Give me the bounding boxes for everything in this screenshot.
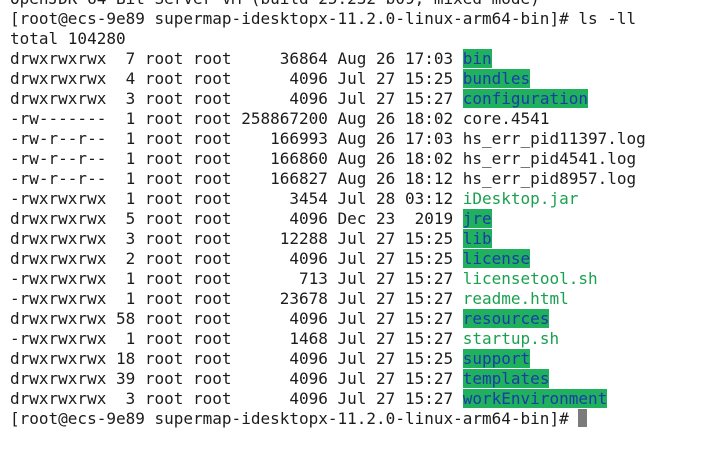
entry-name: lib bbox=[462, 229, 492, 248]
entry-name: bundles bbox=[462, 69, 531, 88]
listing-row: drwxrwxrwx 58 root root 4096 Jul 27 15:2… bbox=[10, 309, 646, 329]
entry-attributes: drwxrwxrwx 18 root root 4096 Jul 27 15:2… bbox=[10, 349, 463, 368]
entry-name: licensetool.sh bbox=[462, 269, 598, 288]
listing-row: drwxrwxrwx 39 root root 4096 Jul 27 15:2… bbox=[10, 369, 646, 389]
listing-row: -rw------- 1 root root 258867200 Aug 26 … bbox=[10, 109, 646, 129]
entry-name: resources bbox=[462, 309, 550, 328]
entry-name: startup.sh bbox=[462, 329, 560, 348]
entry-name: hs_err_pid8957.log bbox=[462, 169, 637, 188]
entry-attributes: drwxrwxrwx 4 root root 4096 Jul 27 15:25 bbox=[10, 69, 463, 88]
listing-row: -rwxrwxrwx 1 root root 23678 Jul 27 15:2… bbox=[10, 289, 646, 309]
listing-row: drwxrwxrwx 3 root root 4096 Jul 27 15:27… bbox=[10, 389, 646, 409]
entry-name: configuration bbox=[462, 89, 588, 108]
entry-name: iDesktop.jar bbox=[462, 189, 579, 208]
entry-attributes: -rwxrwxrwx 1 root root 713 Jul 27 15:27 bbox=[10, 269, 463, 288]
listing: drwxrwxrwx 7 root root 36864 Aug 26 17:0… bbox=[10, 49, 646, 409]
entry-attributes: drwxrwxrwx 39 root root 4096 Jul 27 15:2… bbox=[10, 369, 463, 388]
entry-name: hs_err_pid11397.log bbox=[462, 129, 646, 148]
terminal-output: OpenJDK 64-Bit Server VM (build 25.232-b… bbox=[10, 0, 646, 429]
entry-attributes: drwxrwxrwx 3 root root 4096 Jul 27 15:27 bbox=[10, 389, 463, 408]
entry-attributes: drwxrwxrwx 2 root root 4096 Jul 27 15:25 bbox=[10, 249, 463, 268]
entry-name: jre bbox=[462, 209, 492, 228]
listing-row: drwxrwxrwx 18 root root 4096 Jul 27 15:2… bbox=[10, 349, 646, 369]
terminal-window[interactable]: OpenJDK 64-Bit Server VM (build 25.232-b… bbox=[0, 0, 714, 449]
entry-name: templates bbox=[462, 369, 550, 388]
entry-name: support bbox=[462, 349, 531, 368]
entry-attributes: -rw-r--r-- 1 root root 166993 Aug 26 17:… bbox=[10, 129, 463, 148]
entry-name: bin bbox=[462, 49, 492, 68]
entry-attributes: -rw-r--r-- 1 root root 166827 Aug 26 18:… bbox=[10, 169, 463, 188]
entry-name: workEnvironment bbox=[462, 389, 608, 408]
jvm-info-line: OpenJDK 64-Bit Server VM (build 25.232-b… bbox=[10, 0, 646, 9]
text-cursor bbox=[578, 409, 588, 427]
command-line: [root@ecs-9e89 supermap-idesktopx-11.2.0… bbox=[10, 9, 646, 29]
total-line: total 104280 bbox=[10, 29, 126, 48]
entry-attributes: -rw-r--r-- 1 root root 166860 Aug 26 18:… bbox=[10, 149, 463, 168]
listing-row: drwxrwxrwx 5 root root 4096 Dec 23 2019 … bbox=[10, 209, 646, 229]
listing-row: -rw-r--r-- 1 root root 166860 Aug 26 18:… bbox=[10, 149, 646, 169]
entry-name: hs_err_pid4541.log bbox=[462, 149, 637, 168]
listing-row: -rwxrwxrwx 1 root root 713 Jul 27 15:27 … bbox=[10, 269, 646, 289]
entry-attributes: drwxrwxrwx 3 root root 12288 Jul 27 15:2… bbox=[10, 229, 463, 248]
command-prompt: [root@ecs-9e89 supermap-idesktopx-11.2.0… bbox=[10, 9, 579, 28]
final-prompt-line[interactable]: [root@ecs-9e89 supermap-idesktopx-11.2.0… bbox=[10, 409, 646, 429]
entry-attributes: -rwxrwxrwx 1 root root 3454 Jul 28 03:12 bbox=[10, 189, 463, 208]
listing-row: -rw-r--r-- 1 root root 166827 Aug 26 18:… bbox=[10, 169, 646, 189]
entry-attributes: drwxrwxrwx 7 root root 36864 Aug 26 17:0… bbox=[10, 49, 463, 68]
listing-row: drwxrwxrwx 2 root root 4096 Jul 27 15:25… bbox=[10, 249, 646, 269]
listing-row: drwxrwxrwx 4 root root 4096 Jul 27 15:25… bbox=[10, 69, 646, 89]
entry-attributes: drwxrwxrwx 3 root root 4096 Jul 27 15:27 bbox=[10, 89, 463, 108]
final-prompt: [root@ecs-9e89 supermap-idesktopx-11.2.0… bbox=[10, 409, 579, 428]
entry-attributes: drwxrwxrwx 5 root root 4096 Dec 23 2019 bbox=[10, 209, 463, 228]
entry-attributes: -rwxrwxrwx 1 root root 1468 Jul 27 15:27 bbox=[10, 329, 463, 348]
entry-attributes: -rw------- 1 root root 258867200 Aug 26 … bbox=[10, 109, 463, 128]
listing-row: drwxrwxrwx 3 root root 12288 Jul 27 15:2… bbox=[10, 229, 646, 249]
entry-name: license bbox=[462, 249, 531, 268]
entry-name: core.4541 bbox=[462, 109, 550, 128]
entry-attributes: -rwxrwxrwx 1 root root 23678 Jul 27 15:2… bbox=[10, 289, 463, 308]
command-text: ls -ll bbox=[578, 9, 637, 28]
listing-row: -rwxrwxrwx 1 root root 3454 Jul 28 03:12… bbox=[10, 189, 646, 209]
listing-row: -rw-r--r-- 1 root root 166993 Aug 26 17:… bbox=[10, 129, 646, 149]
listing-row: drwxrwxrwx 7 root root 36864 Aug 26 17:0… bbox=[10, 49, 646, 69]
entry-attributes: drwxrwxrwx 58 root root 4096 Jul 27 15:2… bbox=[10, 309, 463, 328]
entry-name: readme.html bbox=[462, 289, 569, 308]
listing-row: drwxrwxrwx 3 root root 4096 Jul 27 15:27… bbox=[10, 89, 646, 109]
listing-row: -rwxrwxrwx 1 root root 1468 Jul 27 15:27… bbox=[10, 329, 646, 349]
